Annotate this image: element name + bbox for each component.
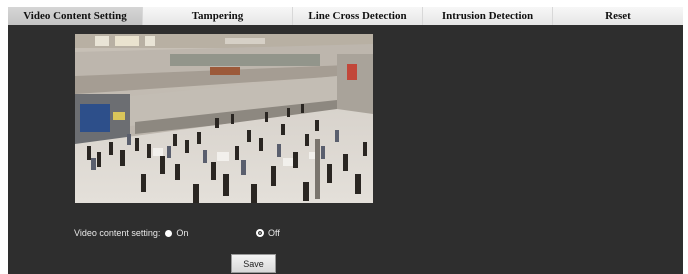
video-content-setting-label: Video content setting: [74,228,161,238]
video-content-setting-row: Video content setting: On Off [74,226,280,240]
tab-video-content-setting[interactable]: Video Content Setting [8,7,143,25]
save-button[interactable]: Save [231,254,276,273]
option-off-label: Off [268,228,280,238]
tab-bar: Video Content Setting Tampering Line Cro… [8,7,683,25]
settings-panel: Video Content Setting Tampering Line Cro… [8,7,683,274]
option-on-label: On [176,228,189,238]
tab-reset[interactable]: Reset [553,7,683,25]
radio-on[interactable] [165,229,173,237]
option-off[interactable]: Off [256,226,280,240]
option-on[interactable]: On [165,228,188,238]
tab-line-cross-detection[interactable]: Line Cross Detection [293,7,423,25]
tab-tampering[interactable]: Tampering [143,7,293,25]
airport-concourse-scene [75,34,373,203]
camera-preview-image [75,34,373,203]
radio-off[interactable] [256,229,264,237]
tab-intrusion-detection[interactable]: Intrusion Detection [423,7,553,25]
